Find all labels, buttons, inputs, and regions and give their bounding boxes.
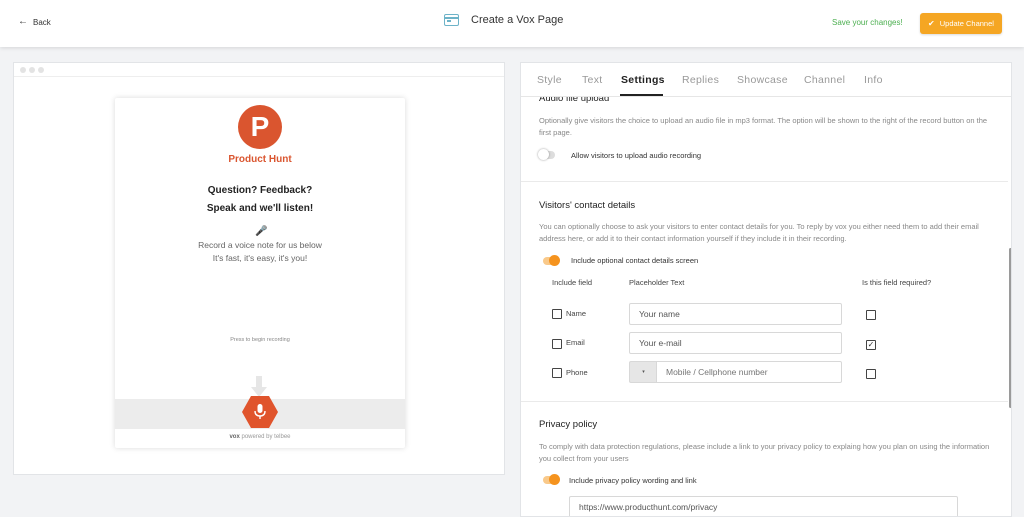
update-channel-label: Update Channel	[939, 19, 994, 28]
country-code-select[interactable]: ▾	[629, 361, 657, 383]
headline-line-1: Question? Feedback?	[207, 185, 313, 196]
tab-style[interactable]: Style	[537, 74, 562, 86]
tab-showcase[interactable]: Showcase	[737, 74, 788, 86]
tab-channel[interactable]: Channel	[804, 74, 845, 86]
checkmark-icon: ✓	[867, 340, 875, 349]
vox-brand: vox	[229, 434, 240, 440]
include-field-header: Include field	[552, 278, 593, 287]
email-placeholder-input[interactable]	[629, 332, 842, 354]
powered-by-footer: vox powered by telbee	[115, 434, 405, 440]
field-required-header: Is this field required?	[862, 278, 932, 287]
contact-details-toggle[interactable]	[543, 255, 560, 266]
press-to-record-hint: Press to begin recording	[230, 337, 290, 343]
tab-text[interactable]: Text	[582, 74, 602, 86]
settings-panel: Audio file upload Optionally give visito…	[520, 62, 1012, 517]
check-icon: ✔	[928, 19, 935, 28]
top-bar: ← Back Create a Vox Page Save your chang…	[0, 0, 1024, 47]
privacy-policy-title: Privacy policy	[539, 419, 598, 430]
privacy-policy-description: To comply with data protection regulatio…	[539, 442, 990, 463]
placeholder-text-header: Placeholder Text	[629, 278, 685, 287]
page-title-text: Create a Vox Page	[471, 14, 564, 26]
save-changes-notice: Save your changes!	[832, 18, 903, 27]
scrollbar-thumb[interactable]	[1009, 248, 1011, 408]
brand-name: Product Hunt	[228, 154, 292, 165]
browser-window-icon	[444, 14, 459, 26]
page-title: Create a Vox Page	[444, 14, 563, 26]
arrow-left-icon: ←	[18, 16, 28, 27]
section-divider	[521, 181, 1008, 182]
window-dot	[38, 66, 44, 73]
audio-upload-toggle-label: Allow visitors to upload audio recording	[571, 151, 702, 160]
widget-subtitle: Record a voice note for us below It's fa…	[115, 239, 405, 265]
active-tab-indicator	[620, 94, 663, 96]
microphone-icon	[254, 404, 266, 419]
powered-by-text: powered by telbee	[239, 434, 291, 440]
window-dot	[29, 66, 35, 73]
product-hunt-logo: P	[238, 105, 282, 149]
phone-field-label: Phone	[566, 368, 588, 377]
preview-window-bar	[14, 63, 504, 77]
section-divider	[521, 401, 1008, 402]
privacy-policy-url-input[interactable]	[569, 496, 958, 516]
tab-settings[interactable]: Settings	[621, 74, 665, 86]
caret-down-icon: ▾	[642, 369, 645, 375]
window-dot	[20, 66, 26, 73]
back-label: Back	[33, 17, 51, 27]
microphone-icon: 🎤	[255, 226, 268, 237]
phone-required-checkbox[interactable]	[866, 369, 876, 379]
vox-page-preview: P Product Hunt Question? Feedback? Speak…	[13, 62, 505, 475]
include-name-checkbox[interactable]	[552, 309, 562, 319]
subtitle-line-2: It's fast, it's easy, it's you!	[212, 253, 308, 263]
arrow-down-icon	[251, 376, 267, 397]
name-field-label: Name	[566, 309, 587, 318]
name-placeholder-input[interactable]	[629, 303, 842, 325]
audio-upload-toggle[interactable]	[538, 149, 555, 160]
privacy-policy-toggle-label: Include privacy policy wording and link	[569, 476, 697, 485]
settings-tabs: Style Text Settings Replies Showcase Cha…	[521, 63, 1011, 97]
widget-headline: Question? Feedback? Speak and we'll list…	[115, 182, 405, 218]
vox-widget-card: P Product Hunt Question? Feedback? Speak…	[115, 98, 405, 448]
contact-details-title: Visitors' contact details	[539, 200, 636, 211]
subtitle-line-1: Record a voice note for us below	[198, 240, 322, 250]
contact-details-description: You can optionally choose to ask your vi…	[539, 222, 979, 243]
headline-line-2: Speak and we'll listen!	[206, 203, 314, 214]
contact-details-toggle-label: Include optional contact details screen	[571, 256, 699, 265]
include-phone-checkbox[interactable]	[552, 368, 562, 378]
email-field-label: Email	[566, 338, 585, 347]
tab-replies[interactable]: Replies	[682, 74, 719, 86]
audio-upload-description: Optionally give visitors the choice to u…	[539, 116, 988, 137]
update-channel-button[interactable]: ✔ Update Channel	[920, 13, 1002, 34]
tab-info[interactable]: Info	[864, 74, 883, 86]
include-email-checkbox[interactable]	[552, 339, 562, 349]
privacy-policy-toggle[interactable]	[543, 474, 560, 485]
email-required-checkbox[interactable]: ✓	[866, 340, 876, 350]
name-required-checkbox[interactable]	[866, 310, 876, 320]
back-button[interactable]: ← Back	[18, 17, 51, 27]
phone-placeholder-input[interactable]	[656, 361, 842, 383]
